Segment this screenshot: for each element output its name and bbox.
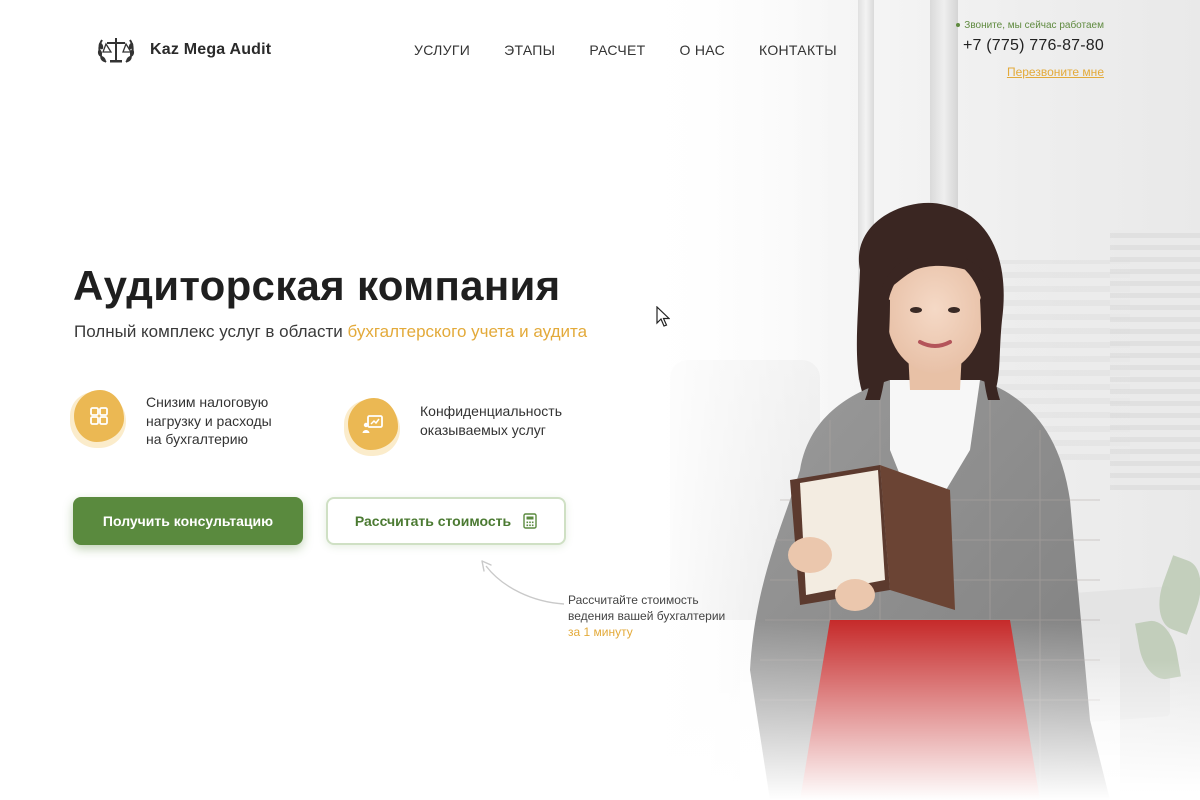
feature-icon-badge — [70, 390, 128, 448]
presentation-icon — [362, 415, 383, 433]
main-nav: УСЛУГИ ЭТАПЫ РАСЧЕТ О НАС КОНТАКТЫ — [414, 42, 837, 58]
nav-item-contacts[interactable]: КОНТАКТЫ — [759, 42, 837, 58]
nav-item-about[interactable]: О НАС — [679, 42, 725, 58]
consultant-photo — [740, 200, 1120, 800]
hero-title: Аудиторская компания — [73, 262, 561, 309]
feature-line: на бухгалтерию — [146, 431, 249, 447]
feature-line: Снизим налоговую — [146, 394, 269, 410]
feature-text: Конфиденциальность оказываемых услуг — [420, 402, 562, 439]
calculate-cost-button[interactable]: Рассчитать стоимость — [326, 497, 566, 545]
feature-line: Конфиденциальность — [420, 403, 563, 419]
logo[interactable]: Kaz Mega Audit — [96, 32, 271, 68]
curved-arrow-icon — [481, 560, 565, 605]
feature-line: оказываемых услуг — [420, 421, 546, 438]
feature-confidentiality: Конфиденциальность оказываемых услуг — [344, 398, 562, 456]
hero-subtitle-text: Полный комплекс услуг в области — [74, 322, 348, 341]
grid-icon — [90, 407, 108, 425]
feature-line: нагрузку и расходы — [146, 412, 272, 429]
scales-laurel-icon — [97, 38, 135, 63]
nav-item-calculation[interactable]: РАСЧЕТ — [589, 42, 645, 58]
hero-subtitle: Полный комплекс услуг в области бухгалте… — [74, 322, 587, 342]
logo-text: Kaz Mega Audit — [150, 41, 272, 58]
nav-item-services[interactable]: УСЛУГИ — [414, 42, 470, 58]
mouse-cursor-icon — [656, 306, 670, 327]
hero-subtitle-accent: бухгалтерского учета и аудита — [347, 322, 588, 341]
header-contact: Звоните, мы сейчас работаем +7 (775) 776… — [956, 20, 1104, 81]
note-line: ведения вашей бухгалтерии — [568, 609, 726, 623]
calculate-cost-label: Рассчитать стоимость — [354, 513, 512, 529]
calculation-note: Рассчитайте стоимость ведения вашей бухг… — [568, 592, 725, 640]
feature-tax-reduction: Снизим налоговую нагрузку и расходы на б… — [70, 390, 272, 449]
note-line: Рассчитайте стоимость — [568, 593, 699, 607]
calculator-icon — [523, 513, 537, 529]
working-status: Звоните, мы сейчас работаем — [956, 20, 1104, 31]
phone-number[interactable]: +7 (775) 776-87-80 — [956, 37, 1104, 55]
background-building — [1110, 230, 1200, 490]
note-accent: за 1 минуту — [568, 625, 633, 639]
feature-text: Снизим налоговую нагрузку и расходы на б… — [146, 393, 272, 449]
feature-icon-badge — [344, 398, 402, 456]
get-consultation-button[interactable]: Получить консультацию — [73, 497, 303, 545]
nav-item-stages[interactable]: ЭТАПЫ — [504, 42, 555, 58]
callback-link[interactable]: Перезвоните мне — [1007, 65, 1104, 79]
